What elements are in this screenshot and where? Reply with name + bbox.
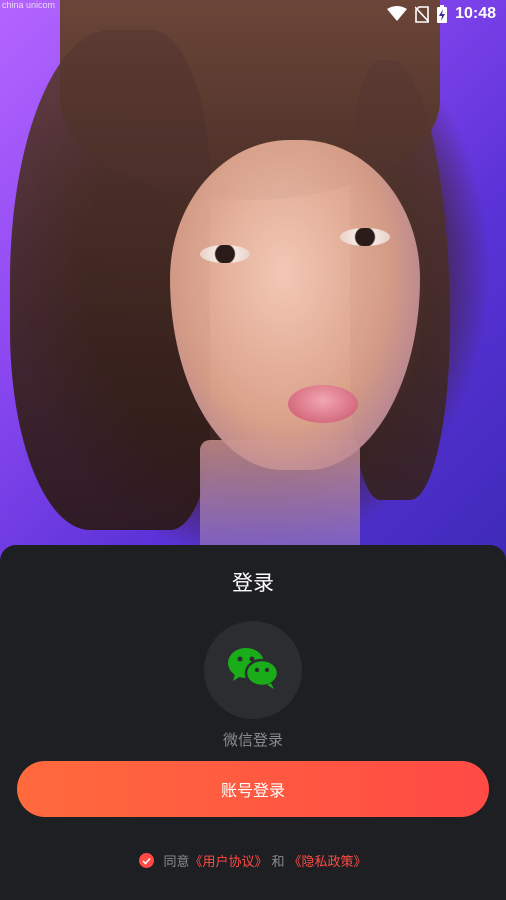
privacy-policy-link[interactable]: 《隐私政策》 — [289, 851, 367, 870]
hero-eye-right — [340, 228, 390, 246]
hero-lips — [288, 385, 358, 423]
hero-eye-left — [200, 245, 250, 263]
login-screen: china unicom 10:48 登录 微信登录 账号登录 同意 《用户协议… — [0, 0, 506, 900]
hero-face — [170, 140, 420, 470]
status-time: 10:48 — [455, 5, 496, 22]
agreement-row: 同意 《用户协议》 和 《隐私政策》 — [0, 851, 506, 870]
wechat-icon — [227, 646, 280, 694]
wechat-login-label: 微信登录 — [222, 731, 283, 749]
carrier-text: china unicom — [2, 0, 56, 10]
no-sim-icon — [415, 5, 430, 23]
hero-portrait-image — [0, 0, 506, 560]
agree-checkbox[interactable] — [139, 853, 155, 868]
account-login-button[interactable]: 账号登录 — [17, 761, 489, 817]
wifi-icon — [387, 6, 408, 22]
status-bar: china unicom 10:48 — [0, 0, 506, 28]
user-agreement-link[interactable]: 《用户协议》 — [189, 851, 267, 870]
login-sheet: 登录 微信登录 账号登录 同意 《用户协议》 和 《隐私政策》 — [0, 545, 506, 900]
login-title: 登录 — [232, 571, 274, 595]
checkmark-icon — [142, 857, 152, 865]
wechat-login-button[interactable] — [204, 621, 302, 719]
battery-charging-icon — [437, 5, 448, 23]
agreement-conjunction: 和 — [271, 855, 285, 870]
agreement-prefix: 同意 — [163, 855, 190, 870]
